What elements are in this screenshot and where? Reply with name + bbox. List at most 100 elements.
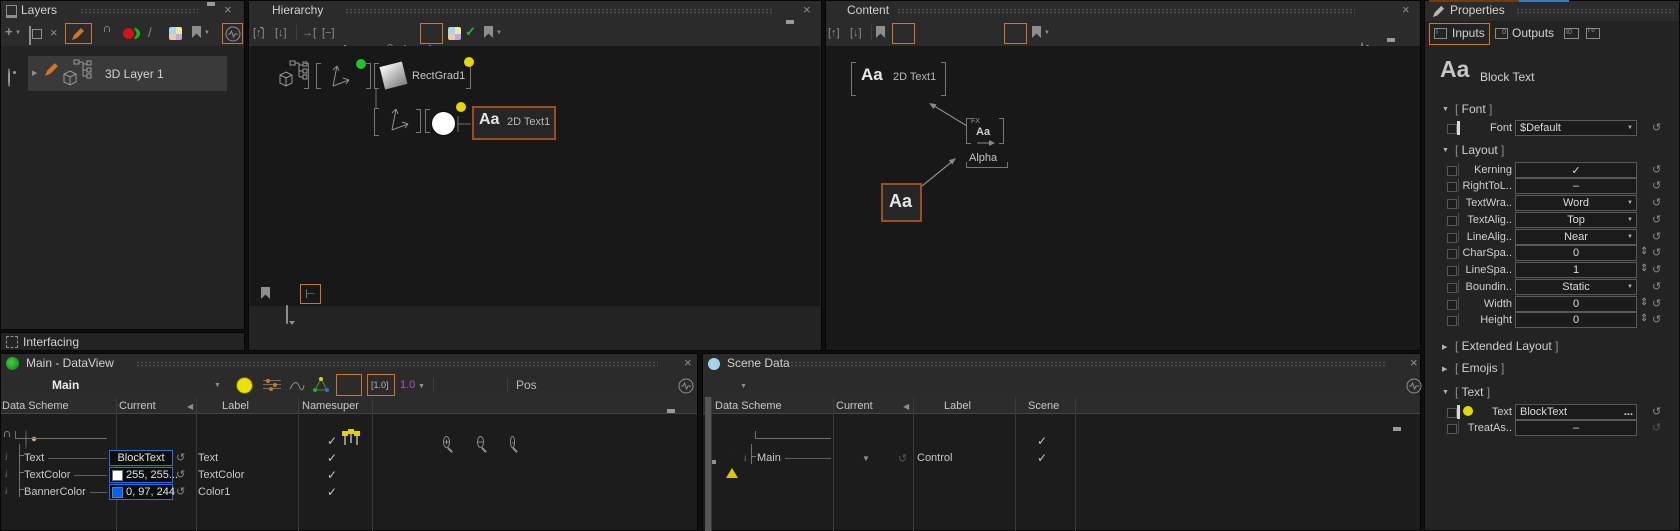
column-header[interactable]: Namesuper — [302, 400, 359, 412]
field-name[interactable]: BannerColor — [24, 486, 107, 498]
info-icon[interactable]: i — [5, 486, 8, 496]
label-cell[interactable]: Color1 — [198, 486, 230, 498]
tab-outputs[interactable]: Outputs — [1512, 26, 1554, 40]
reset-icon[interactable]: ↺ — [1652, 246, 1661, 259]
close-icon[interactable]: × — [224, 2, 232, 17]
reset-icon[interactable]: ↺ — [1652, 405, 1661, 418]
fx-node-glyph[interactable]: Aa — [976, 126, 990, 138]
current-value-field[interactable]: BlockText — [109, 450, 173, 466]
monitor-waveform-icon[interactable] — [678, 378, 694, 394]
treatas-field[interactable]: – — [1515, 420, 1637, 436]
kerning-toggle[interactable]: ✓ — [1515, 162, 1637, 178]
stack-io-icon[interactable]: I o — [1586, 28, 1600, 39]
close-icon[interactable]: × — [1410, 355, 1418, 370]
reset-icon[interactable]: ↺ — [176, 468, 185, 481]
namesuper-check[interactable]: ✓ — [320, 451, 344, 465]
speed-dropdown-icon[interactable]: ▼ — [418, 383, 425, 390]
linealign-dropdown[interactable]: Near▼ — [1515, 229, 1637, 245]
label-cell[interactable]: Text — [198, 452, 218, 464]
bookmark-dropdown-icon[interactable]: ▼ — [496, 30, 502, 36]
reset-icon[interactable]: ↺ — [1652, 313, 1661, 326]
text-field[interactable]: BlockText... — [1515, 404, 1637, 420]
warning-dropdown-icon[interactable]: ▼ — [740, 383, 747, 390]
column-header[interactable]: Current — [836, 400, 873, 412]
stepper-icon[interactable]: ⇕ — [1640, 263, 1648, 274]
section-expand-icon[interactable]: ▶ — [1442, 365, 1447, 373]
width-field[interactable]: 0 — [1515, 296, 1637, 312]
comment-icon[interactable] — [286, 305, 288, 324]
add-layer-dropdown-icon[interactable]: ▼ — [15, 30, 21, 36]
stepper-icon[interactable]: ⇕ — [1640, 297, 1648, 308]
reset-icon[interactable]: ↺ — [898, 452, 907, 465]
delete-layer-icon[interactable]: × — [50, 25, 58, 40]
field-name[interactable]: TextColor — [24, 469, 107, 481]
textalign-dropdown[interactable]: Top▼ — [1515, 212, 1637, 228]
rectgrad-node-label[interactable]: RectGrad1 — [412, 70, 465, 82]
column-header[interactable]: Data Scheme — [715, 400, 782, 412]
section-emojis[interactable]: Emojis — [1455, 361, 1504, 375]
bookmark-dropdown-icon[interactable]: ▼ — [204, 30, 210, 36]
close-icon[interactable]: × — [1402, 2, 1410, 17]
column-header[interactable]: Scene — [1028, 400, 1059, 412]
split-io-icon[interactable]: I0 — [1564, 28, 1579, 39]
field-name[interactable]: Main — [757, 452, 831, 464]
zoom-out-icon[interactable] — [477, 436, 484, 448]
layer-name[interactable]: 3D Layer 1 — [105, 67, 164, 81]
current-value-field[interactable]: 0, 97, 244 — [109, 484, 173, 500]
pencil-icon[interactable] — [71, 27, 85, 41]
tree-root-line[interactable] — [15, 438, 107, 439]
reset-icon[interactable]: ↺ — [1652, 121, 1661, 134]
warning-icon[interactable] — [726, 451, 738, 478]
line-tool-icon[interactable]: / — [148, 25, 152, 40]
info-icon[interactable]: i — [744, 453, 747, 463]
expand-caret-icon[interactable]: ▶ — [32, 69, 37, 77]
section-expand-icon[interactable]: ▶ — [1442, 343, 1447, 351]
linespacing-field[interactable]: 1 — [1515, 262, 1637, 278]
bookmark-dropdown-icon[interactable]: ▼ — [1044, 30, 1050, 36]
textwrap-dropdown[interactable]: Word▼ — [1515, 195, 1637, 211]
monitor-waveform-icon[interactable] — [225, 26, 241, 42]
column-header[interactable]: Label — [222, 400, 249, 412]
move-up-icon[interactable]: [↑] — [828, 27, 840, 39]
text-node-glyph[interactable]: Aa — [861, 65, 883, 85]
namesuper-check[interactable]: ✓ — [320, 485, 344, 499]
field-name[interactable]: Text — [24, 452, 107, 464]
vertex-triangle-icon[interactable] — [312, 376, 330, 393]
scheme-name[interactable]: Main — [52, 378, 79, 392]
section-text[interactable]: Text — [1455, 385, 1490, 399]
reset-icon[interactable]: ↺ — [1652, 263, 1661, 276]
scene-check[interactable]: ✓ — [1030, 451, 1054, 465]
section-layout[interactable]: Layout — [1455, 143, 1504, 157]
axes-gizmo-icon[interactable] — [327, 61, 353, 91]
insert-icon[interactable]: →[ — [302, 27, 316, 39]
move-up-icon[interactable]: [↑] — [253, 27, 265, 39]
reset-icon[interactable]: ↺ — [176, 451, 185, 464]
column-header[interactable]: Data Scheme — [2, 400, 69, 412]
reset-icon[interactable]: ↺ — [1652, 213, 1661, 226]
current-value-field[interactable]: 255, 255... — [109, 467, 173, 483]
height-field[interactable]: 0 — [1515, 312, 1637, 328]
validate-check-icon[interactable]: ✓ — [465, 24, 476, 40]
close-icon[interactable]: × — [803, 2, 811, 17]
bounding-dropdown[interactable]: Static▼ — [1515, 279, 1637, 295]
fit-icon[interactable]: [−] — [322, 27, 335, 39]
ellipsis-button[interactable]: ... — [1624, 406, 1636, 418]
reset-icon[interactable]: ↺ — [176, 485, 185, 498]
curves-icon[interactable] — [289, 379, 305, 393]
label-cell[interactable]: Control — [917, 452, 952, 464]
section-collapse-icon[interactable]: ▼ — [1442, 147, 1449, 154]
record-dot[interactable] — [236, 377, 253, 394]
righttoleft-field[interactable]: – — [1515, 178, 1637, 194]
info-icon[interactable]: i — [5, 452, 8, 462]
palette-icon[interactable] — [169, 27, 182, 40]
tee-icon[interactable]: ⊢ — [305, 287, 315, 301]
reset-icon[interactable]: ↺ — [1652, 179, 1661, 192]
font-dropdown[interactable]: $Default▼ — [1515, 120, 1637, 136]
column-header[interactable]: Current — [119, 400, 156, 412]
stepper-icon[interactable]: ⇕ — [1640, 246, 1648, 257]
section-collapse-icon[interactable]: ▼ — [1442, 389, 1449, 396]
frame-badge[interactable]: [1.0] — [371, 380, 389, 390]
reset-icon[interactable]: ↺ — [1652, 280, 1661, 293]
column-header[interactable]: Label — [944, 400, 971, 412]
axes-gizmo-icon[interactable] — [386, 103, 412, 135]
